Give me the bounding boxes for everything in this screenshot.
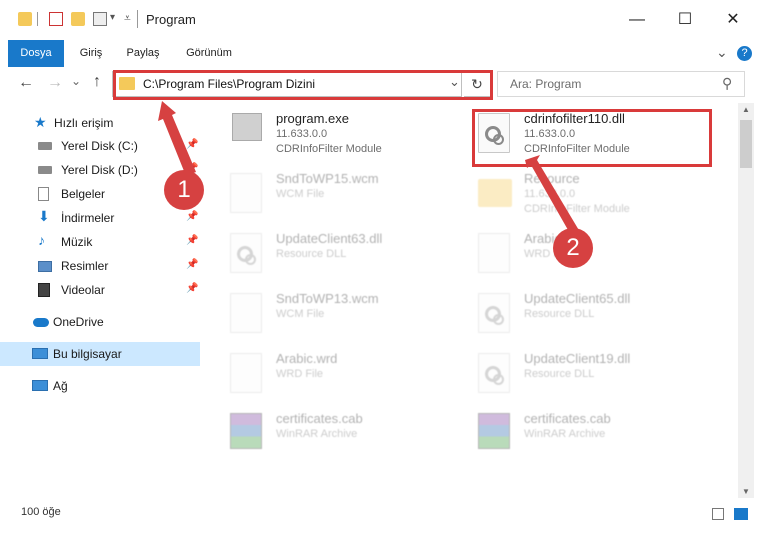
arrow-1 xyxy=(158,101,196,176)
arrow-2 xyxy=(525,155,580,237)
annotation-arrows xyxy=(158,101,580,237)
step-marker-2: 2 xyxy=(553,228,593,268)
step-marker-1: 1 xyxy=(164,170,204,210)
